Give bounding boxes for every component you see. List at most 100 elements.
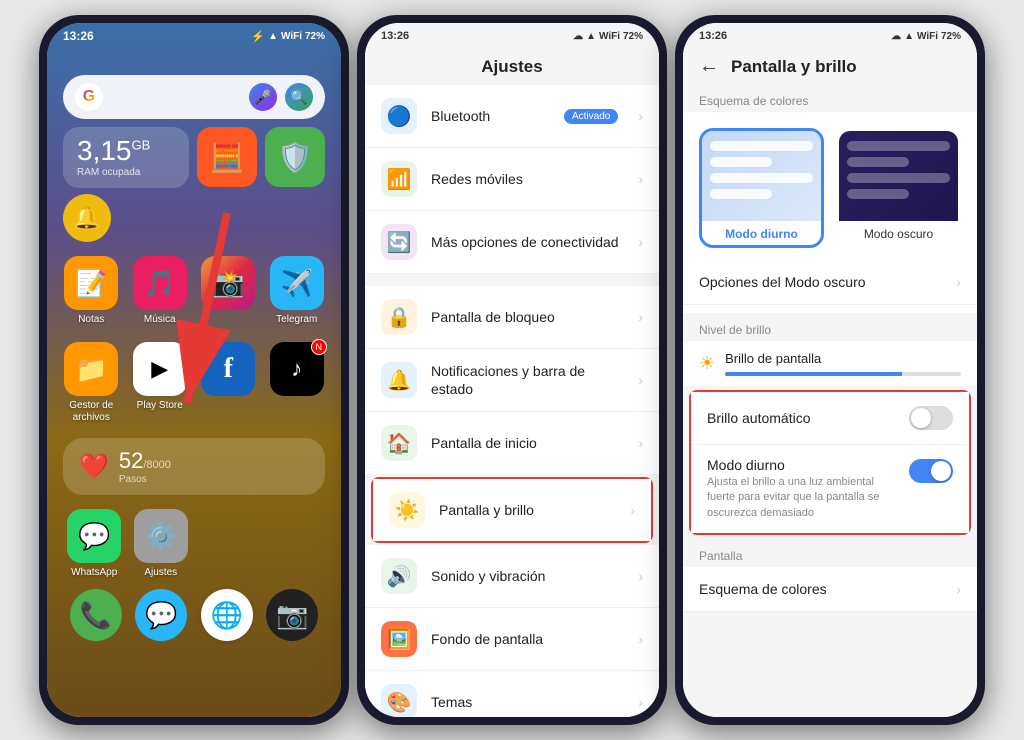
settings-item-pantalla-highlighted[interactable]: ☀️ Pantalla y brillo › xyxy=(371,477,653,543)
wifi-icon: WiFi xyxy=(281,31,302,42)
chevron-dark-mode: › xyxy=(956,274,961,290)
app-item-tiktok[interactable]: ♪ N xyxy=(265,336,330,430)
diurno-label: Modo diurno xyxy=(702,221,821,245)
settings-item-inicio[interactable]: 🏠 Pantalla de inicio › xyxy=(365,412,659,475)
tiktok-icon[interactable]: ♪ N xyxy=(270,342,324,396)
steps-label: Pasos xyxy=(119,474,171,485)
whatsapp-icon[interactable]: 💬 xyxy=(67,509,121,563)
gestor-icon[interactable]: 📁 xyxy=(64,342,118,396)
daylight-mode-item[interactable]: Modo diurno Ajusta el brillo a una luz a… xyxy=(691,445,969,533)
auto-brightness-toggle[interactable] xyxy=(909,406,953,430)
display-screen: 13:26 ☁ ▲ WiFi 72% ← Pantalla y brillo E… xyxy=(683,23,977,717)
battery-phone2: 72% xyxy=(623,31,643,42)
bottom-dock: 📞 💬 🌐 📷 xyxy=(63,589,325,641)
redes-title: Redes móviles xyxy=(431,170,624,188)
dock-ajustes[interactable]: ⚙️ Ajustes xyxy=(130,503,193,585)
brightness-slider-container: Brillo de pantalla xyxy=(725,351,961,376)
whatsapp-label: WhatsApp xyxy=(71,567,117,579)
settings-item-temas[interactable]: 🎨 Temas › xyxy=(365,671,659,717)
phone-icon[interactable]: 📞 xyxy=(70,589,122,641)
mode-oscuro-card[interactable]: Modo oscuro xyxy=(836,128,961,248)
color-scheme-container: Modo diurno Modo oscuro xyxy=(683,112,977,313)
wifi2-icon: WiFi xyxy=(599,31,620,42)
esquema-text: Esquema de colores xyxy=(699,581,944,597)
signal2-icon: ▲ xyxy=(586,31,596,42)
calc-widget[interactable]: 🧮 xyxy=(197,127,257,187)
messages-icon[interactable]: 💬 xyxy=(135,589,187,641)
app-item-playstore[interactable]: ▶ Play Store xyxy=(128,336,193,430)
playstore-icon[interactable]: ▶ xyxy=(133,342,187,396)
chrome-icon[interactable]: 🌐 xyxy=(201,589,253,641)
preview-line3 xyxy=(710,173,813,183)
app-item-notas[interactable]: 📝 Notas xyxy=(59,250,124,332)
preview-line-d1 xyxy=(847,141,950,151)
search-icons: 🎤 🔍 xyxy=(249,83,313,111)
app-item-facebook[interactable]: f xyxy=(196,336,261,430)
settings-item-pantalla-inner[interactable]: ☀️ Pantalla y brillo › xyxy=(373,479,651,541)
empty-icon xyxy=(200,509,254,563)
chevron-bloqueo: › xyxy=(638,309,643,325)
security-widget[interactable]: 🛡️ xyxy=(265,127,325,187)
app-item-telegram[interactable]: ✈️ Telegram xyxy=(265,250,330,332)
inicio-title: Pantalla de inicio xyxy=(431,434,624,452)
brightness-slider[interactable] xyxy=(725,372,961,376)
settings-item-fondo[interactable]: 🖼️ Fondo de pantalla › xyxy=(365,608,659,671)
preview-line-d3 xyxy=(847,173,950,183)
settings-title: Ajustes xyxy=(365,47,659,85)
redes-icon: 📶 xyxy=(381,161,417,197)
dock-whatsapp[interactable]: 💬 WhatsApp xyxy=(63,503,126,585)
esquema-title: Esquema de colores xyxy=(699,581,944,597)
settings-text-fondo: Fondo de pantalla xyxy=(431,630,624,648)
mode-diurno-card[interactable]: Modo diurno xyxy=(699,128,824,248)
facebook-icon[interactable]: f xyxy=(201,342,255,396)
dark-mode-options-item[interactable]: Opciones del Modo oscuro › xyxy=(683,260,977,305)
settings-item-redes[interactable]: 📶 Redes móviles › xyxy=(365,148,659,211)
temas-title: Temas xyxy=(431,693,624,711)
daylight-toggle[interactable] xyxy=(909,459,953,483)
ajustes-label: Ajustes xyxy=(144,567,177,579)
preview-line4 xyxy=(710,189,772,199)
notas-icon[interactable]: 📝 xyxy=(64,256,118,310)
inicio-icon: 🏠 xyxy=(381,425,417,461)
settings-text-sonido: Sonido y vibración xyxy=(431,567,624,585)
settings-text-bluetooth: Bluetooth xyxy=(431,107,550,125)
health-widget: ❤️ 52/8000 Pasos xyxy=(63,438,325,495)
settings-text-mas: Más opciones de conectividad xyxy=(431,233,624,251)
settings-text-inicio: Pantalla de inicio xyxy=(431,434,624,452)
dark-mode-options-title: Opciones del Modo oscuro xyxy=(699,274,944,290)
app-item-gestor[interactable]: 📁 Gestor de archivos xyxy=(59,336,124,430)
musica-icon[interactable]: 🎵 xyxy=(133,256,187,310)
chevron-bluetooth: › xyxy=(638,108,643,124)
app-item-instagram[interactable]: 📸 xyxy=(196,250,261,332)
auto-brightness-item[interactable]: Brillo automático xyxy=(691,392,969,445)
auto-brightness-title: Brillo automático xyxy=(707,410,897,426)
telegram-icon[interactable]: ✈️ xyxy=(270,256,324,310)
widget-row: 3,15GB RAM ocupada 🧮 🛡️ xyxy=(63,127,325,188)
settings-item-bloqueo[interactable]: 🔒 Pantalla de bloqueo › xyxy=(365,286,659,349)
section-display: Pantalla xyxy=(683,539,977,567)
diurno-preview xyxy=(702,131,821,221)
esquema-colores-item[interactable]: Esquema de colores › xyxy=(683,567,977,612)
notas-label: Notas xyxy=(78,314,104,326)
toggle-thumb-daylight xyxy=(931,461,951,481)
settings-item-mas[interactable]: 🔄 Más opciones de conectividad › xyxy=(365,211,659,274)
settings-item-sonido[interactable]: 🔊 Sonido y vibración › xyxy=(365,545,659,608)
cloud-icon: ☁ xyxy=(573,31,583,42)
battery-phone1: 72% xyxy=(305,31,325,42)
settings-item-notif[interactable]: 🔔 Notificaciones y barra de estado › xyxy=(365,349,659,412)
brightness-container: ☀ Brillo de pantalla xyxy=(683,341,977,386)
camera-icon[interactable]: 📷 xyxy=(266,589,318,641)
app-item-musica[interactable]: 🎵 Música xyxy=(128,250,193,332)
mic-icon[interactable]: 🎤 xyxy=(249,83,277,111)
back-arrow[interactable]: ← xyxy=(699,55,719,78)
settings-text-pantalla: Pantalla y brillo xyxy=(439,501,616,519)
brightness-row: ☀ Brillo de pantalla xyxy=(683,341,977,386)
daylight-title: Modo diurno xyxy=(707,457,897,473)
ajustes-icon[interactable]: ⚙️ xyxy=(134,509,188,563)
mas-title: Más opciones de conectividad xyxy=(431,233,624,251)
settings-item-bluetooth[interactable]: 🔵 Bluetooth Activado › xyxy=(365,85,659,148)
lens-icon[interactable]: 🔍 xyxy=(285,83,313,111)
instagram-icon[interactable]: 📸 xyxy=(201,256,255,310)
mas-icon: 🔄 xyxy=(381,224,417,260)
search-bar[interactable]: G 🎤 🔍 xyxy=(63,75,325,119)
